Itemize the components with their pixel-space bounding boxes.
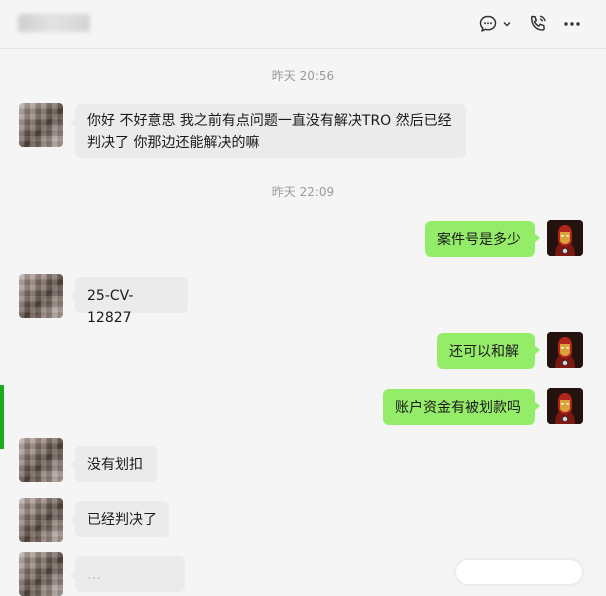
message-text: 判决了 你那边还能解决的嘛: [87, 135, 260, 151]
my-avatar[interactable]: [547, 388, 583, 424]
chat-bubble-icon: [478, 14, 498, 34]
phone-call-icon: [527, 13, 549, 35]
more-dots-icon: [562, 14, 582, 34]
message-text: 案件号是多少: [437, 232, 521, 248]
message-text: 已经判决了: [87, 512, 157, 528]
message-bubble-incoming[interactable]: 没有划扣: [70, 446, 157, 482]
my-avatar[interactable]: [547, 332, 583, 368]
contact-name-blurred: [18, 14, 90, 32]
message-bubble-outgoing[interactable]: 案件号是多少: [425, 221, 540, 257]
message-text: 25-CV-12827: [87, 288, 134, 326]
chat-header: [0, 0, 606, 49]
message-bubble-outgoing[interactable]: 账户资金有被划款吗: [383, 389, 540, 425]
call-button[interactable]: [527, 12, 551, 36]
contact-avatar[interactable]: [19, 552, 63, 596]
scroll-position-marker: [0, 385, 4, 449]
timestamp: 昨天 22:09: [271, 185, 335, 199]
contact-avatar[interactable]: [19, 103, 63, 147]
contact-avatar[interactable]: [19, 274, 63, 318]
timestamp: 昨天 20:56: [271, 69, 335, 83]
message-bubble-incoming[interactable]: 已经判决了: [70, 501, 169, 537]
contact-avatar[interactable]: [19, 498, 63, 542]
new-message-indicator[interactable]: [456, 560, 582, 584]
message-bubble-incoming[interactable]: …: [70, 556, 185, 592]
chevron-down-icon: [502, 19, 512, 29]
message-text: …: [87, 567, 101, 583]
message-bubble-incoming[interactable]: 25-CV-12827: [70, 277, 188, 326]
chat-options-button[interactable]: [478, 12, 516, 36]
message-bubble-incoming[interactable]: 你好 不好意思 我之前有点问题一直没有解决TRO 然后已经 判决了 你那边还能解…: [70, 104, 466, 158]
message-text: 没有划扣: [87, 457, 143, 473]
message-text: 你好 不好意思 我之前有点问题一直没有解决TRO 然后已经: [87, 113, 452, 129]
message-text: 账户资金有被划款吗: [395, 400, 521, 416]
my-avatar[interactable]: [547, 220, 583, 256]
message-text: 还可以和解: [449, 344, 519, 360]
contact-avatar[interactable]: [19, 438, 63, 482]
more-button[interactable]: [562, 12, 588, 36]
message-bubble-outgoing[interactable]: 还可以和解: [437, 333, 540, 369]
